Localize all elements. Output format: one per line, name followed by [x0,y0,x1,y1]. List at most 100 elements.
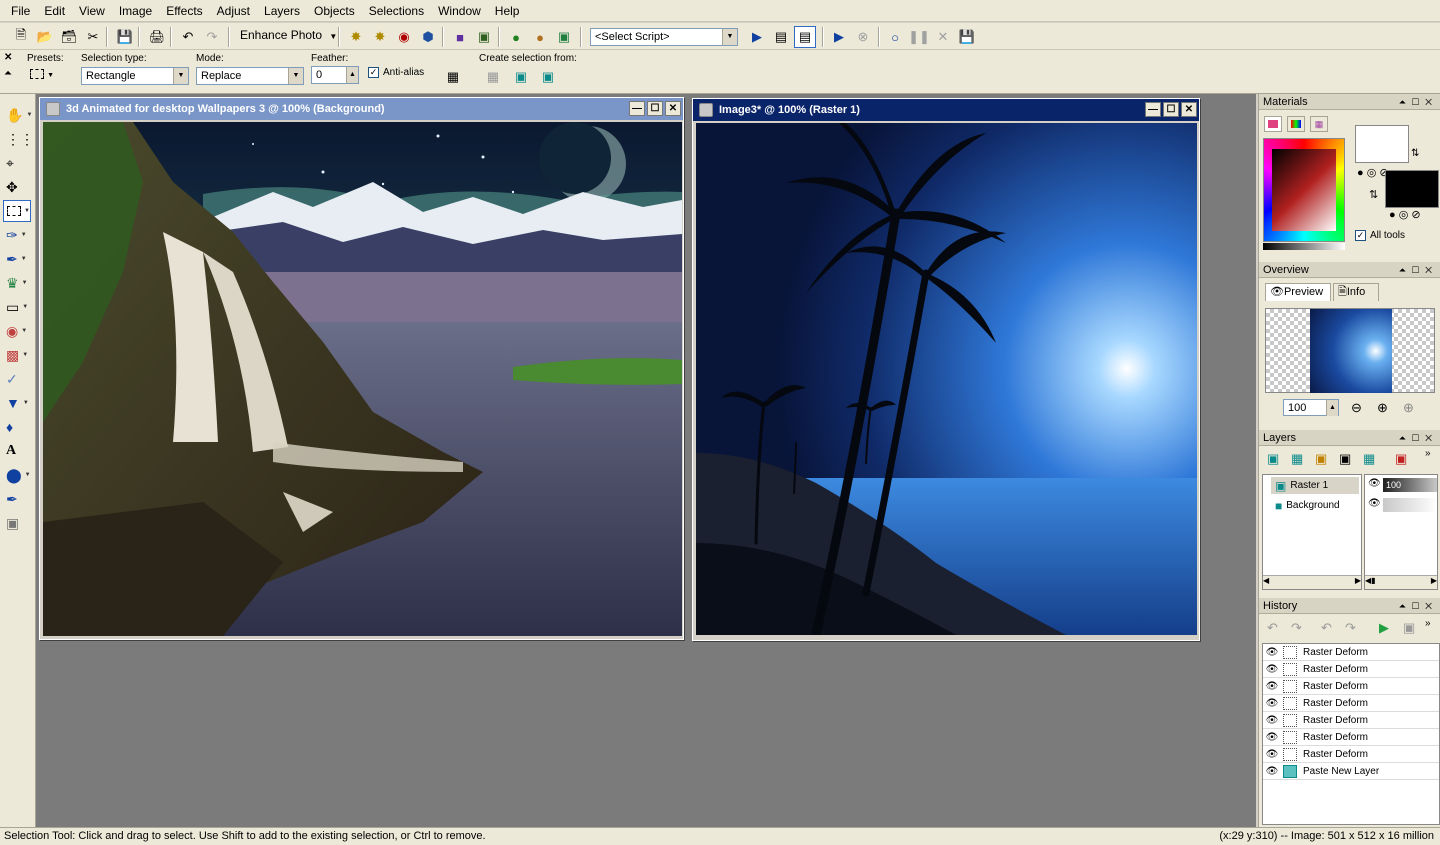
save-history-icon[interactable]: ▣ [1403,620,1415,636]
maximize-icon[interactable]: ☐ [647,101,663,116]
pause-icon[interactable]: ❚❚ [908,26,930,48]
history-undo-icon[interactable]: ↶ [1321,620,1332,636]
more-options-icon[interactable]: » [1425,618,1431,629]
history-undo-selected-icon[interactable]: ↶ [1267,620,1278,636]
presets-button[interactable]: ▼ [30,68,60,86]
dropper-tool-icon[interactable]: ✑ ▼ [3,224,31,246]
menu-adjust[interactable]: Adjust [210,0,257,22]
eye-icon[interactable]: 👁 [1368,478,1381,489]
history-redo-selected-icon[interactable]: ↷ [1291,620,1302,636]
from-layer-icon[interactable]: ▦ [482,66,504,88]
window-title-bar[interactable]: Image3* @ 100% (Raster 1) [693,99,1199,121]
menu-help[interactable]: Help [488,0,527,22]
save-script-icon[interactable]: 💾 [956,26,978,48]
overview-thumbnail[interactable] [1265,308,1435,393]
photo-effect-icon[interactable]: ● [529,26,551,48]
new-raster-layer-icon[interactable]: ▣ [1267,451,1279,467]
eye-icon[interactable]: 👁 [1263,664,1281,675]
menu-edit[interactable]: Edit [37,0,72,22]
props-hscroll[interactable]: ◀▮ ▶ [1365,575,1437,589]
layer-group-icon[interactable]: ▦ [1363,451,1375,467]
selection-type-select[interactable]: Rectangle ▼ [81,67,189,85]
panel-buttons[interactable]: ⏶☐✕ [1399,430,1438,446]
menu-selections[interactable]: Selections [362,0,431,22]
window-title-bar[interactable]: 3d Animated for desktop Wallpapers 3 @ 1… [40,98,683,120]
zoom-tool-icon[interactable]: ⋮⋮▼ [3,128,43,150]
antialias-checkbox[interactable]: ✓ Anti-alias [368,67,424,78]
browse-icon[interactable]: 🗃 [58,26,80,48]
history-item[interactable]: 👁 Raster Deform [1263,729,1439,746]
materials-tab-spectrum[interactable] [1287,116,1305,132]
smart-fix-icon[interactable]: ✸ [369,26,391,48]
eye-icon[interactable]: 👁 [1368,498,1381,509]
maximize-icon[interactable]: ☐ [1163,102,1179,117]
overview-panel-title[interactable]: Overview ⏶☐✕ [1259,262,1440,278]
layer-row[interactable]: ■ Background [1271,497,1359,514]
opacity-bar[interactable]: 100 [1383,478,1437,492]
adjustment-layer-icon[interactable]: ▣ [1315,451,1327,467]
materials-tab-swatches[interactable]: ▦ [1310,116,1328,132]
swap-link-icon[interactable]: ⇅ [1369,188,1378,201]
history-item[interactable]: 👁 Raster Deform [1263,695,1439,712]
eraser-tool-icon[interactable]: ▩ ▼ [3,344,31,366]
picture-tube-icon[interactable]: ♦ [3,416,31,438]
new-vector-layer-icon[interactable]: ▦ [1291,451,1303,467]
scissors-icon[interactable]: ✂ [82,26,104,48]
history-item[interactable]: 👁 Raster Deform [1263,746,1439,763]
move-tool-icon[interactable]: ✥ [3,176,31,198]
materials-tab-frame[interactable] [1264,116,1282,132]
pan-tool-icon[interactable]: ✋ ▼ [3,104,32,126]
history-item[interactable]: 👁 Raster Deform [1263,678,1439,695]
text-tool-icon[interactable]: A [3,440,31,462]
zoom-actual-icon[interactable]: ⊕ [1403,400,1414,416]
materials-panel-title[interactable]: Materials ⏶☐✕ [1259,94,1440,110]
picture-frame-icon[interactable]: ▣ [553,26,575,48]
open-folder-icon[interactable]: 📂 [34,26,56,48]
cube-icon[interactable]: ⬢ [417,26,439,48]
spinner-icon[interactable]: ▲ [1326,400,1338,416]
minimize-icon[interactable]: — [629,101,645,116]
warp-tool-icon[interactable]: ▣ [3,512,31,534]
enhance-photo-button[interactable]: Enhance Photo ▼ [240,28,337,42]
batch-run-icon[interactable]: ▶ [828,26,850,48]
save-icon[interactable]: 💾 [114,26,136,48]
document-window-waterfall[interactable]: 3d Animated for desktop Wallpapers 3 @ 1… [39,97,684,640]
layers-panel-title[interactable]: Layers ⏶☐✕ [1259,430,1440,446]
minimize-icon[interactable]: — [1145,102,1161,117]
close-icon[interactable]: ✕ [1181,102,1197,117]
eye-icon[interactable]: 👁 [1263,698,1281,709]
portrait-icon[interactable]: ■ [449,26,471,48]
eye-icon[interactable]: 👁 [1263,766,1281,777]
from-mask-icon[interactable]: ▣ [537,66,559,88]
from-vector-icon[interactable]: ▣ [510,66,532,88]
history-item[interactable]: 👁 Raster Deform [1263,644,1439,661]
opacity-bar[interactable] [1383,498,1437,512]
art-media-icon[interactable]: ✓ [3,368,31,390]
menu-image[interactable]: Image [112,0,159,22]
mode-select[interactable]: Replace ▼ [196,67,304,85]
feather-input[interactable]: 0 ▲ [311,66,359,84]
crop-tool-icon[interactable]: ⌖ [3,152,31,174]
undo-icon[interactable]: ↶ [177,26,199,48]
overview-zoom-input[interactable]: 100 ▲ [1283,399,1339,416]
clone-brush-icon[interactable]: ♛ ▼ [3,272,31,294]
ellipse-tool-icon[interactable]: ⬤ ▼ [3,464,31,486]
foreground-swatch[interactable] [1355,125,1409,163]
record-icon[interactable]: ○ [884,26,906,48]
cancel-icon[interactable]: ✕ [932,26,954,48]
spinner-icon[interactable]: ▲ [346,67,358,83]
delete-layer-icon[interactable]: ▣ [1395,451,1407,467]
flood-fill-icon[interactable]: ▼ ▼ [3,392,31,414]
stop-script-icon[interactable]: ⊗ [852,26,874,48]
one-step-fix-icon[interactable]: ✸ [345,26,367,48]
menu-view[interactable]: View [72,0,112,22]
tab-info[interactable]: 🗎Info [1333,283,1379,301]
pin-icon[interactable]: ⏶ [4,68,12,79]
red-eye-icon[interactable]: ◉ [393,26,415,48]
menu-effects[interactable]: Effects [159,0,209,22]
palm-beach-image[interactable] [696,123,1197,635]
landscape-icon[interactable]: ▣ [473,26,495,48]
all-tools-checkbox[interactable]: ✓ All tools [1355,230,1405,241]
dodge-tool-icon[interactable]: ◉ ▼ [3,320,31,342]
eye-icon[interactable]: 👁 [1263,749,1281,760]
